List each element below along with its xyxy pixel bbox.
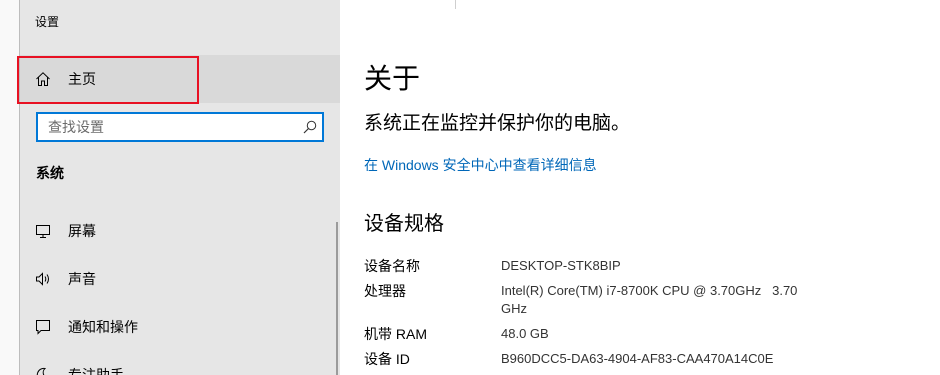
protection-status-text: 系统正在监控并保护你的电脑。 (364, 113, 631, 134)
search-icon[interactable] (303, 120, 317, 134)
sidebar-item-label: 通知和操作 (68, 319, 138, 335)
sidebar-item-label: 屏幕 (68, 223, 96, 239)
moon-icon (35, 367, 51, 375)
sidebar-item-home[interactable]: 主页 (20, 55, 340, 103)
device-specs-table: 设备名称 DESKTOP-STK8BIP 处理器 Intel(R) Core(T… (364, 257, 803, 375)
spec-label: 设备 ID (364, 351, 410, 367)
sidebar-nav: 屏幕 声音 通知和操作 专注助手 (20, 207, 340, 375)
spec-value: B960DCC5-DA63-4904-AF83-CAA470A14C0E (501, 351, 774, 366)
search-box[interactable] (36, 112, 324, 142)
spec-value: Intel(R) Core(TM) i7-8700K CPU @ 3.70GHz… (501, 283, 802, 316)
sidebar-item-label: 专注助手 (68, 367, 124, 375)
sidebar-item-label: 声音 (68, 271, 96, 287)
page-title: 关于 (364, 63, 421, 94)
monitor-icon (35, 223, 51, 239)
title-bar-divider (455, 0, 456, 9)
app-title: 设置 (35, 15, 60, 29)
speaker-icon (35, 271, 51, 287)
spec-value: 48.0 GB (501, 326, 549, 341)
sidebar-item-focus-assist[interactable]: 专注助手 (20, 351, 340, 375)
section-title: 系统 (36, 165, 64, 181)
main-content: 关于 系统正在监控并保护你的电脑。 在 Windows 安全中心中查看详细信息 … (340, 0, 940, 375)
spec-label: 设备名称 (364, 258, 420, 274)
home-icon (35, 71, 51, 87)
sidebar-item-label: 主页 (68, 71, 96, 87)
security-center-link[interactable]: 在 Windows 安全中心中查看详细信息 (364, 155, 597, 175)
spec-label: 处理器 (364, 283, 406, 299)
settings-window: 设置 主页 系统 (0, 0, 940, 375)
spec-row-processor: 处理器 Intel(R) Core(TM) i7-8700K CPU @ 3.7… (364, 282, 803, 318)
search-input[interactable] (38, 114, 303, 140)
specs-heading: 设备规格 (364, 213, 444, 235)
sidebar-scrollbar[interactable] (336, 222, 338, 375)
spec-value: DESKTOP-STK8BIP (501, 258, 621, 273)
notification-icon (35, 319, 51, 335)
spec-row-device-name: 设备名称 DESKTOP-STK8BIP (364, 257, 803, 275)
sidebar-item-notifications[interactable]: 通知和操作 (20, 303, 340, 351)
sidebar: 设置 主页 系统 (19, 0, 340, 375)
window-left-edge (0, 0, 19, 375)
spec-label: 机带 RAM (364, 326, 427, 342)
spec-row-ram: 机带 RAM 48.0 GB (364, 325, 803, 343)
sidebar-item-display[interactable]: 屏幕 (20, 207, 340, 255)
spec-row-device-id: 设备 ID B960DCC5-DA63-4904-AF83-CAA470A14C… (364, 350, 803, 368)
sidebar-item-sound[interactable]: 声音 (20, 255, 340, 303)
